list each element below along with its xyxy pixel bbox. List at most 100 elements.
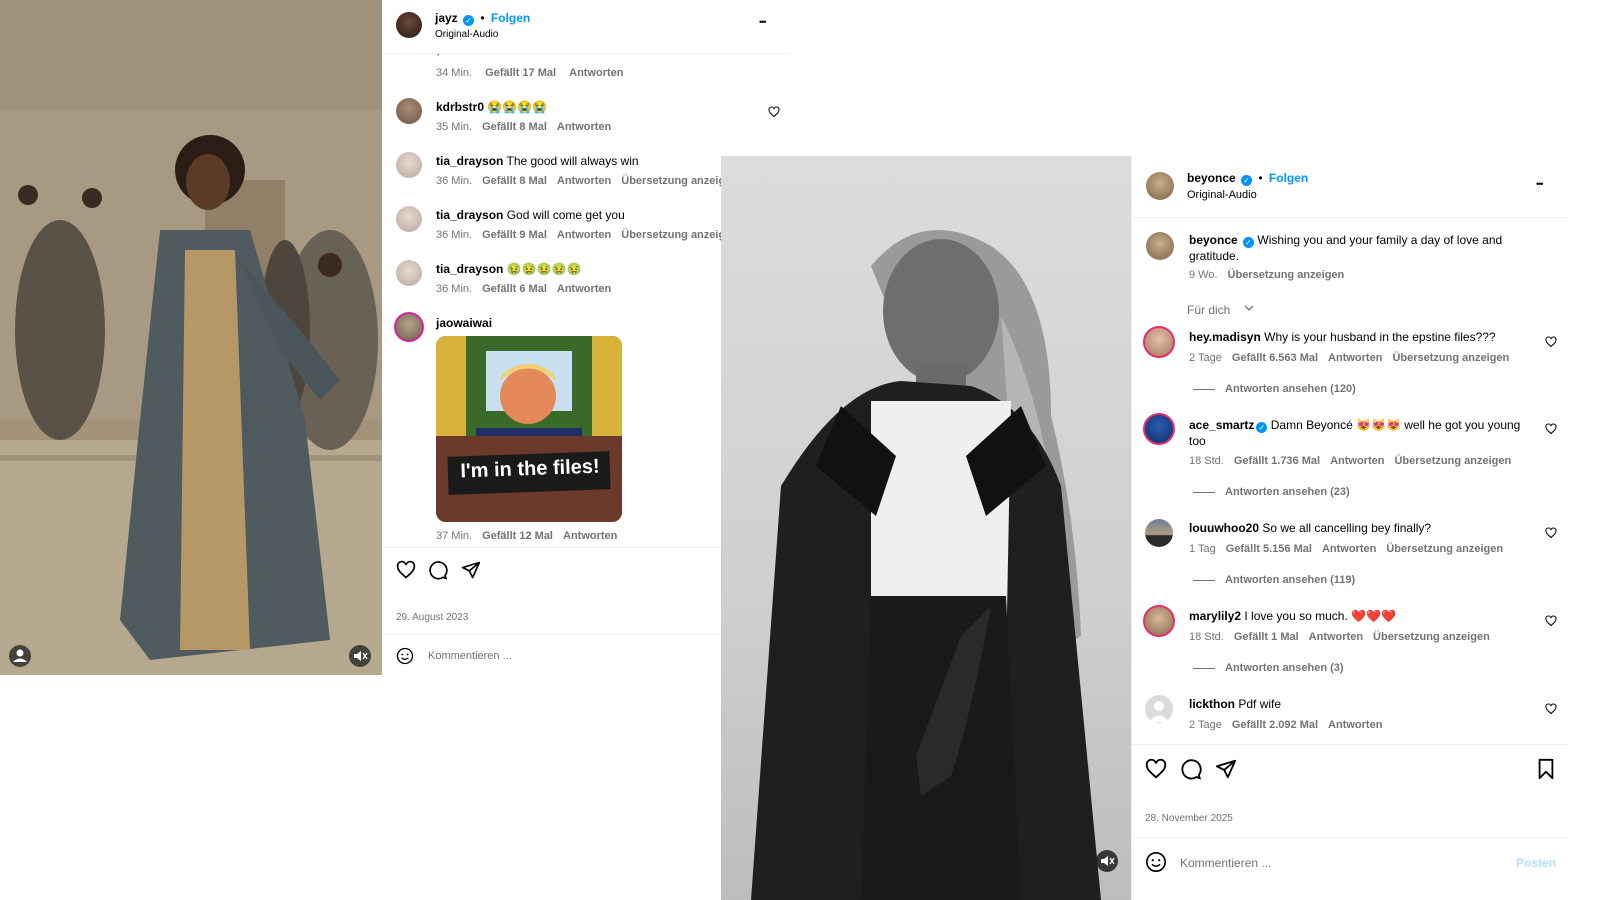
heart-icon[interactable]	[1545, 615, 1557, 627]
avatar[interactable]	[396, 206, 422, 232]
comment-likes[interactable]: Gefällt 1 Mal	[1234, 631, 1299, 643]
reply-button[interactable]: Antworten	[557, 175, 611, 187]
comment-likes[interactable]: Gefällt 5.156 Mal	[1226, 543, 1312, 555]
comment-username[interactable]: louuwhoo20	[1189, 521, 1259, 535]
user-tag-icon[interactable]	[9, 645, 31, 667]
heart-icon[interactable]	[1545, 703, 1557, 715]
partial-comment-meta: 34 Min. Gefällt 17 Mal Antworten	[436, 67, 634, 79]
more-options-icon[interactable]: •••	[759, 17, 767, 27]
comment-likes[interactable]: Gefällt 2.092 Mal	[1232, 719, 1318, 731]
post1-header: jayz ✓ • Folgen Original-Audio •••	[382, 0, 790, 54]
share-icon[interactable]	[461, 560, 481, 580]
reply-button[interactable]: Antworten	[1309, 631, 1363, 643]
caption-time: 9 Wo.	[1189, 269, 1218, 281]
comment-username[interactable]: lickthon	[1189, 697, 1235, 711]
follow-button[interactable]: Folgen	[491, 11, 530, 25]
avatar[interactable]	[1146, 172, 1174, 200]
comment-likes[interactable]: Gefällt 6 Mal	[482, 283, 547, 295]
reply-button[interactable]: Antworten	[1322, 543, 1376, 555]
heart-icon[interactable]	[396, 560, 416, 580]
avatar[interactable]	[1143, 326, 1175, 358]
post2-audio[interactable]: Original-Audio	[1187, 189, 1257, 201]
post1-audio[interactable]: Original-Audio	[435, 29, 498, 40]
comment-likes[interactable]: Gefällt 12 Mal	[482, 530, 553, 542]
reply-button[interactable]: Antworten	[1330, 455, 1384, 467]
verified-badge-icon: ✓	[1241, 175, 1253, 186]
muted-speaker-icon[interactable]	[1096, 850, 1118, 872]
comment-time: 36 Min.	[436, 283, 473, 295]
follow-button[interactable]: Folgen	[1269, 171, 1308, 185]
avatar[interactable]	[1143, 413, 1175, 445]
avatar[interactable]	[396, 152, 422, 178]
reply-button[interactable]: Antworten	[1328, 719, 1382, 731]
view-replies-button[interactable]: Antworten ansehen (3)	[1193, 662, 1354, 674]
translate-button[interactable]: Übersetzung anzeigen	[1386, 543, 1503, 555]
view-replies-button[interactable]: Antworten ansehen (23)	[1193, 486, 1360, 498]
share-icon[interactable]	[1215, 758, 1237, 780]
heart-icon[interactable]	[768, 106, 780, 118]
comment-likes[interactable]: Gefällt 6.563 Mal	[1232, 352, 1318, 364]
post-image-beyonce[interactable]	[721, 156, 1131, 900]
comment-username[interactable]: tia_drayson	[436, 154, 503, 168]
avatar[interactable]	[1145, 695, 1173, 723]
comment-username[interactable]: kdrbstr0	[436, 100, 484, 114]
sort-dropdown[interactable]: Für dich	[1187, 303, 1254, 317]
comment-icon[interactable]	[428, 560, 448, 580]
comment-username[interactable]: ace_smartz	[1189, 418, 1254, 432]
avatar[interactable]	[1145, 519, 1173, 547]
more-options-icon[interactable]: •••	[1536, 179, 1544, 189]
sort-label: Für dich	[1187, 303, 1231, 317]
emoji-icon[interactable]	[396, 647, 414, 665]
reply-button[interactable]: Antworten	[569, 67, 623, 79]
comment-likes[interactable]: Gefällt 17 Mal	[485, 67, 556, 79]
post1-username[interactable]: jayz	[435, 11, 458, 25]
avatar[interactable]	[396, 98, 422, 124]
muted-speaker-icon[interactable]	[349, 645, 371, 667]
view-replies-button[interactable]: Antworten ansehen (120)	[1193, 383, 1366, 395]
comment-username[interactable]: tia_drayson	[436, 208, 503, 222]
comment-username[interactable]: tia_drayson	[436, 262, 503, 276]
reply-button[interactable]: Antworten	[557, 229, 611, 241]
reply-button[interactable]: Antworten	[557, 121, 611, 133]
translate-button[interactable]: Übersetzung anzeigen	[1228, 269, 1345, 281]
heart-icon[interactable]	[1545, 336, 1557, 348]
bookmark-icon[interactable]	[1535, 758, 1557, 780]
post-button[interactable]: Posten	[1516, 856, 1556, 870]
comment-likes[interactable]: Gefällt 8 Mal	[482, 121, 547, 133]
comment-input[interactable]: Kommentieren ...	[428, 650, 512, 662]
comment-likes[interactable]: Gefällt 1.736 Mal	[1234, 455, 1320, 467]
caption-username[interactable]: beyonce	[1189, 233, 1238, 247]
comment-text: 😭😭😭😭	[487, 100, 548, 114]
comment-icon[interactable]	[1180, 758, 1202, 780]
avatar[interactable]	[396, 12, 422, 38]
comment-text: 🤢🤢🤢🤢🤢	[506, 262, 582, 276]
post2-username[interactable]: beyonce	[1187, 171, 1236, 185]
view-replies-button[interactable]: Antworten ansehen (119)	[1193, 574, 1365, 586]
comment-username[interactable]: marylily2	[1189, 609, 1241, 623]
translate-button[interactable]: Übersetzung anzeigen	[1373, 631, 1490, 643]
comment-likes[interactable]: Gefällt 9 Mal	[482, 229, 547, 241]
translate-button[interactable]: Übersetzung anzeigen	[1392, 352, 1509, 364]
verified-badge-icon: ✓	[1243, 237, 1255, 248]
emoji-icon[interactable]	[1145, 851, 1167, 873]
comment-time: 35 Min.	[436, 121, 473, 133]
avatar[interactable]	[1146, 232, 1174, 260]
heart-icon[interactable]	[1545, 527, 1557, 539]
reply-button[interactable]: Antworten	[563, 530, 617, 542]
heart-icon[interactable]	[1545, 423, 1557, 435]
comment-username[interactable]: hey.madisyn	[1189, 330, 1261, 344]
comment-text: So we all cancelling bey finally?	[1262, 521, 1432, 535]
reply-button[interactable]: Antworten	[557, 283, 611, 295]
gif-image[interactable]: I'm in the files!	[436, 336, 622, 522]
translate-button[interactable]: Übersetzung anzeigen	[1394, 455, 1511, 467]
avatar[interactable]	[1143, 605, 1175, 637]
comment-username[interactable]: jaowaiwai	[436, 316, 492, 330]
comment-likes[interactable]: Gefällt 8 Mal	[482, 175, 547, 187]
comment-input[interactable]: Kommentieren ...	[1180, 856, 1271, 870]
heart-icon[interactable]	[1145, 758, 1167, 780]
avatar[interactable]	[394, 312, 424, 342]
avatar[interactable]	[396, 260, 422, 286]
photo-frame	[751, 230, 1101, 900]
video-player-jayz[interactable]	[0, 0, 382, 675]
reply-button[interactable]: Antworten	[1328, 352, 1382, 364]
